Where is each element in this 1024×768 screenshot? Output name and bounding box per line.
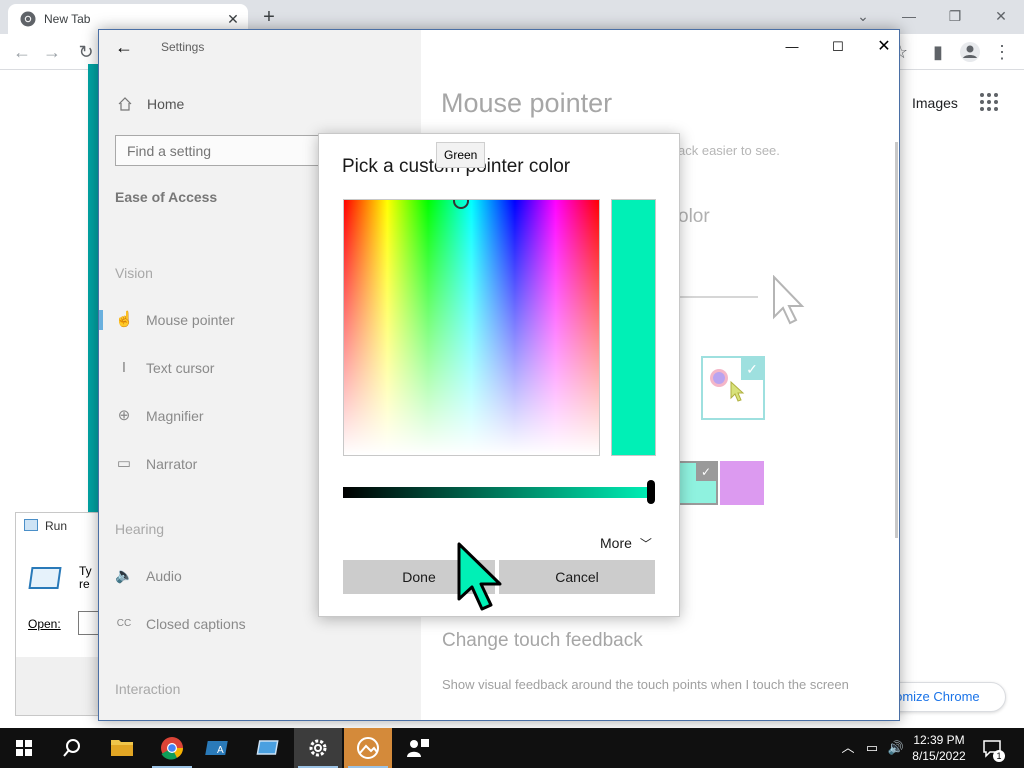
nav-group-interaction: Interaction	[115, 681, 181, 697]
profile-avatar-icon[interactable]	[958, 40, 982, 64]
custom-color-tile[interactable]: ✓	[701, 356, 765, 420]
notification-badge: 1	[993, 750, 1005, 762]
run-description: Ty re	[79, 565, 92, 591]
taskbar-chrome[interactable]	[148, 728, 196, 768]
pointer-size-slider[interactable]	[678, 296, 758, 298]
active-indicator	[99, 310, 103, 330]
closed-captions-icon: CC	[116, 618, 132, 629]
nav-item-label: Text cursor	[146, 360, 215, 376]
side-panel-icon[interactable]: ▮	[926, 40, 950, 64]
close-tab-icon[interactable]: ✕	[224, 10, 242, 28]
chrome-favicon-icon	[20, 11, 36, 27]
value-slider[interactable]	[343, 487, 651, 498]
narrator-icon: ▭	[116, 455, 132, 472]
folder-icon	[111, 740, 133, 756]
more-label: More	[600, 535, 632, 551]
nav-group-hearing: Hearing	[115, 521, 165, 537]
cancel-button[interactable]: Cancel	[499, 560, 655, 594]
nav-item-label: Narrator	[146, 456, 198, 472]
swatch-purple[interactable]	[720, 461, 764, 505]
run-footer	[16, 657, 100, 715]
people-icon	[407, 739, 429, 757]
reload-icon[interactable]: ↻	[74, 40, 98, 64]
close-icon[interactable]: ✕	[867, 36, 901, 58]
new-tab-button[interactable]: +	[258, 7, 280, 29]
taskbar-people[interactable]	[394, 728, 442, 768]
mouse-pointer-icon: ☝	[115, 311, 134, 328]
start-button[interactable]	[0, 728, 48, 768]
minimize-icon[interactable]: —	[886, 4, 932, 28]
chrome-icon	[161, 737, 183, 760]
scrollbar[interactable]	[895, 142, 898, 538]
restore-icon[interactable]: ❐	[932, 4, 978, 28]
images-link[interactable]: Images	[912, 95, 958, 111]
back-icon[interactable]: ←	[10, 40, 34, 64]
nav-home[interactable]: Home	[147, 96, 184, 112]
run-icon	[256, 740, 279, 755]
nav-item-label: Audio	[146, 568, 182, 584]
page-title: Mouse pointer	[441, 88, 613, 118]
nav-item-label: Mouse pointer	[146, 312, 235, 328]
google-apps-icon[interactable]	[980, 93, 1000, 113]
windows-icon	[16, 740, 32, 756]
color-name-tooltip: Green	[436, 142, 486, 168]
value-slider-thumb[interactable]	[647, 480, 655, 504]
photos-icon	[357, 737, 379, 759]
more-button[interactable]: More ﹀	[600, 535, 652, 552]
taskbar-app-2[interactable]: A	[196, 728, 244, 768]
home-icon	[118, 97, 132, 111]
search-icon	[63, 739, 80, 757]
pointer-preview-icon	[773, 275, 805, 325]
saturation-gradient	[344, 200, 599, 455]
chevron-up-icon[interactable]: ︿	[838, 738, 858, 758]
audio-icon: 🔈	[115, 567, 134, 584]
chrome-menu-icon[interactable]: ⋮	[990, 40, 1014, 64]
nav-section-title: Ease of Access	[115, 189, 218, 205]
clock-time: 12:39 PM	[913, 733, 965, 747]
gear-icon	[309, 739, 327, 757]
color-preview	[611, 199, 656, 456]
clock[interactable]: 12:39 PM 8/15/2022	[908, 732, 970, 764]
magnifier-icon: ⊕	[117, 407, 131, 424]
nav-item-label: Closed captions	[146, 616, 246, 632]
clock-date: 8/15/2022	[912, 749, 966, 763]
check-icon: ✓	[696, 463, 716, 481]
svg-text:A: A	[217, 745, 224, 756]
touch-feedback-heading: Change touch feedback	[442, 630, 643, 651]
run-open-label: Open:	[28, 617, 61, 631]
forward-icon[interactable]: →	[40, 40, 64, 64]
pointer-color-heading: olor	[678, 206, 710, 227]
nav-group-vision: Vision	[115, 265, 153, 281]
mouse-cursor-icon	[457, 542, 502, 611]
taskbar-file-explorer[interactable]	[98, 728, 146, 768]
back-arrow-icon[interactable]: ←	[115, 38, 133, 56]
app-icon: A	[205, 741, 228, 756]
taskbar-run[interactable]	[246, 728, 294, 768]
taskbar: A ︿ ▭ 🔊 12:39 PM 8/15/2022 1	[0, 728, 1024, 768]
check-icon: ✓	[741, 358, 763, 380]
chevron-down-icon: ﹀	[639, 537, 652, 551]
nav-item-label: Magnifier	[146, 408, 204, 424]
chrome-tab-title: New Tab	[44, 12, 91, 26]
run-title: Run	[45, 519, 68, 533]
close-icon[interactable]: ✕	[978, 4, 1024, 28]
tab-search-icon[interactable]: ⌄	[840, 4, 886, 28]
search-button[interactable]	[48, 728, 96, 768]
run-program-icon	[28, 567, 62, 589]
run-dialog: Run Ty re Open:	[15, 512, 102, 716]
touch-feedback-description: Show visual feedback around the touch po…	[442, 677, 849, 692]
swatch-teal[interactable]: ✓	[678, 461, 718, 505]
minimize-icon[interactable]: —	[775, 36, 809, 58]
settings-title: Settings	[161, 40, 205, 54]
maximize-icon[interactable]: ☐	[821, 36, 855, 58]
network-icon[interactable]: ▭	[862, 738, 882, 758]
taskbar-photos[interactable]	[344, 728, 392, 768]
taskbar-settings[interactable]	[294, 728, 342, 768]
color-spectrum[interactable]	[343, 199, 600, 456]
volume-icon[interactable]: 🔊	[886, 738, 906, 758]
text-cursor-icon: I	[121, 359, 127, 376]
page-description: ack easier to see.	[678, 143, 780, 158]
run-app-icon	[24, 519, 38, 531]
